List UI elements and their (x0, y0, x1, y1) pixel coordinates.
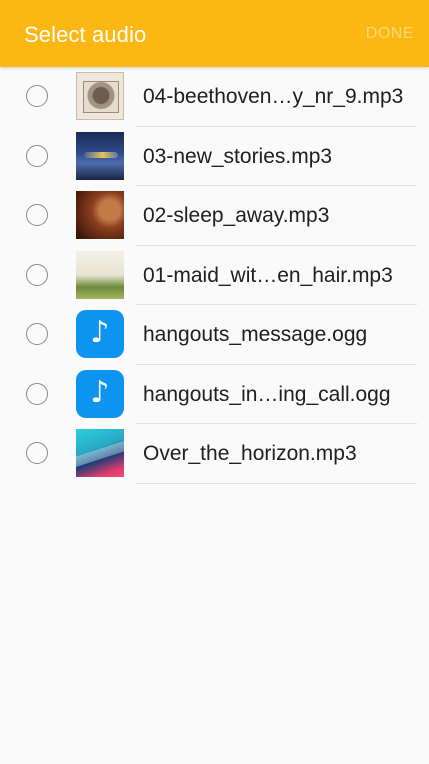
file-name: 04-beethoven…y_nr_9.mp3 (143, 85, 404, 108)
file-name: hangouts_message.ogg (143, 323, 368, 346)
list-item[interactable]: ♪ hangouts_message.ogg (0, 305, 429, 365)
page-title: Select audio (24, 22, 147, 47)
radio-button[interactable] (26, 204, 48, 226)
list-item[interactable]: 01-maid_wit…en_hair.mp3 (0, 246, 429, 305)
album-art-thumbnail (76, 72, 124, 120)
list-item[interactable]: ♪ hangouts_in…ing_call.ogg (0, 365, 429, 424)
album-art-thumbnail (76, 191, 124, 239)
radio-button[interactable] (26, 323, 48, 345)
list-item[interactable]: 02-sleep_away.mp3 (0, 186, 429, 246)
radio-button[interactable] (26, 85, 48, 107)
radio-button[interactable] (26, 382, 48, 405)
file-name: 01-maid_wit…en_hair.mp3 (143, 263, 393, 287)
radio-button[interactable] (26, 442, 48, 464)
file-name: Over_the_horizon.mp3 (143, 442, 357, 465)
album-art-thumbnail (76, 131, 124, 180)
file-name: hangouts_in…ing_call.ogg (143, 382, 391, 406)
list-item[interactable]: 03-new_stories.mp3 (0, 127, 429, 186)
audio-list: 04-beethoven…y_nr_9.mp3 03-new_stories.m… (0, 67, 429, 484)
list-item[interactable]: 04-beethoven…y_nr_9.mp3 (0, 67, 429, 127)
file-name: 02-sleep_away.mp3 (143, 204, 330, 227)
album-art-thumbnail (76, 250, 124, 299)
divider (136, 482, 417, 484)
radio-button[interactable] (26, 263, 48, 286)
list-item[interactable]: Over_the_horizon.mp3 (0, 424, 429, 484)
file-name: 03-new_stories.mp3 (143, 144, 333, 168)
done-button[interactable]: DONE (366, 25, 414, 43)
radio-button[interactable] (26, 144, 48, 167)
music-note-icon: ♪ (76, 310, 124, 358)
app-bar: Select audio DONE (0, 0, 429, 67)
music-note-icon: ♪ (76, 369, 124, 418)
album-art-thumbnail (76, 429, 124, 477)
